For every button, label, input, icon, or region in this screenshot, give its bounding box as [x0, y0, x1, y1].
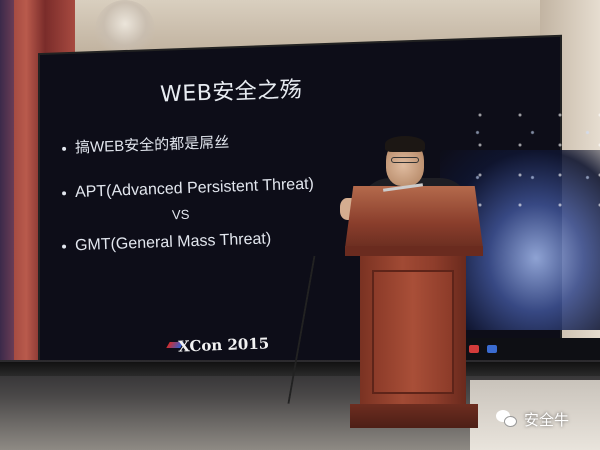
- sponsor-logo-icon: [487, 345, 497, 353]
- podium-lip: [345, 246, 483, 256]
- slide-vs: VS: [171, 206, 190, 223]
- bullet-dot-icon: [61, 191, 67, 196]
- curtain-shadow: [0, 0, 14, 380]
- podium-base: [350, 404, 478, 428]
- sponsor-logo-icon: [469, 345, 479, 353]
- slide-title: WEB安全之殇: [159, 77, 303, 108]
- speaker-hair: [385, 136, 425, 152]
- podium-top: [345, 186, 483, 248]
- watermark: 安全牛: [496, 406, 569, 432]
- slide-footer-logo: XCon 2015: [177, 334, 270, 356]
- podium-panel: [372, 270, 454, 394]
- sponsor-bar: [463, 338, 600, 360]
- speaker-glasses: [391, 157, 419, 163]
- bullet-dot-icon: [61, 244, 67, 249]
- conference-photo: WEB安全之殇 搞WEB安全的都是屌丝 APT(Advanced Persist…: [0, 0, 600, 450]
- watermark-text: 安全牛: [524, 410, 570, 429]
- bullet-dot-icon: [62, 146, 67, 151]
- wechat-icon: [496, 410, 518, 428]
